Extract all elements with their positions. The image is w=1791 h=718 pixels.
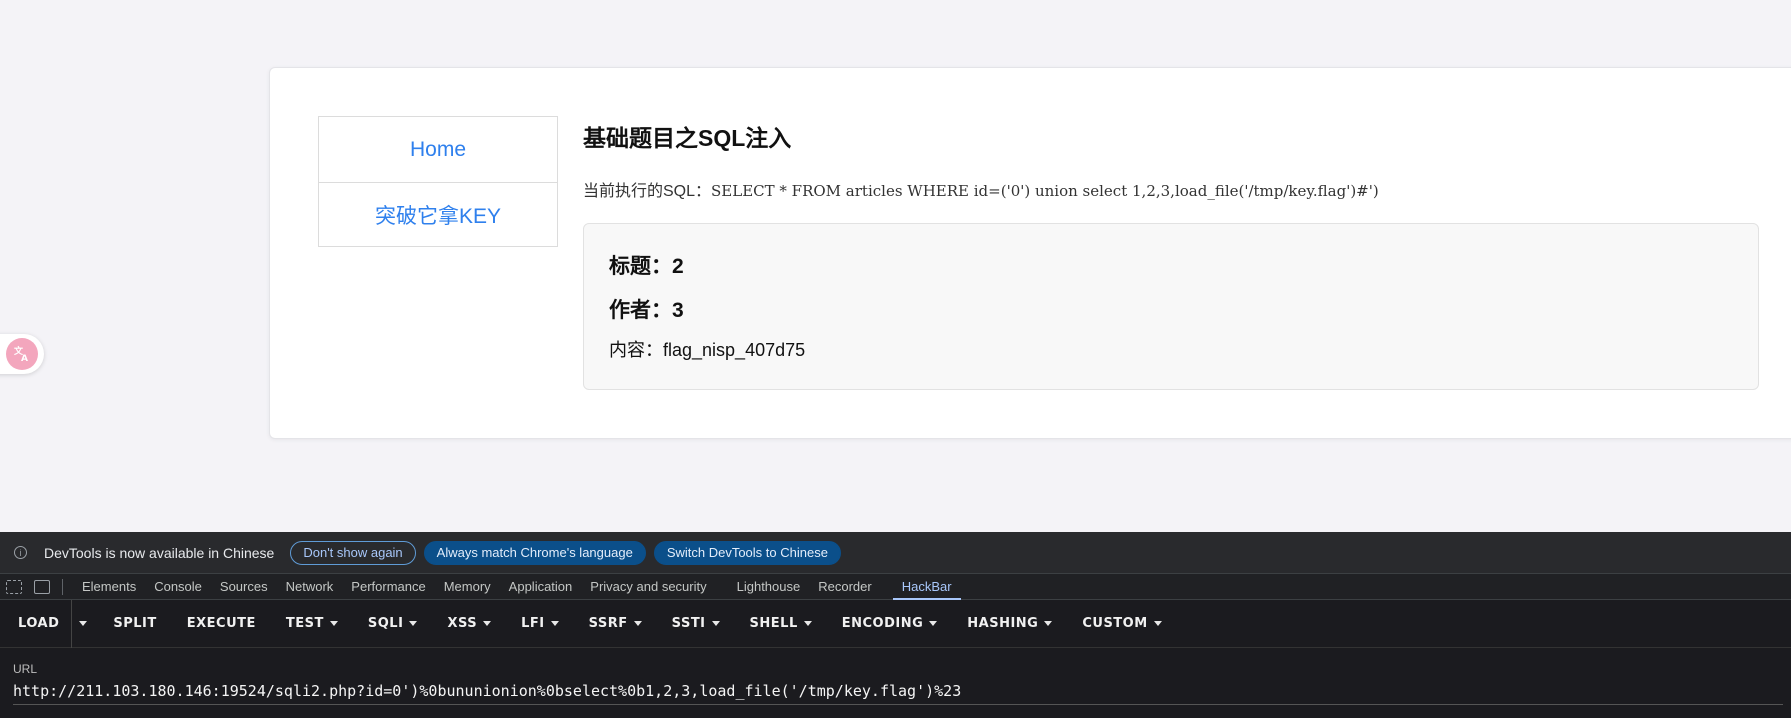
nav-menu: Home 突破它拿KEY — [318, 116, 558, 247]
chevron-down-icon — [329, 621, 338, 626]
shell-menu[interactable]: SHELL — [738, 600, 824, 648]
chevron-down-icon — [550, 621, 559, 626]
infobar-message: DevTools is now available in Chinese — [44, 544, 275, 561]
language-infobar: i DevTools is now available in Chinese D… — [0, 532, 1791, 574]
sqli-menu[interactable]: SQLI — [356, 600, 430, 648]
ssti-menu[interactable]: SSTI — [660, 600, 732, 648]
chevron-down-icon — [803, 621, 812, 626]
chevron-down-icon — [929, 621, 938, 626]
switch-to-chinese-button[interactable]: Switch DevTools to Chinese — [653, 540, 841, 565]
tab-hackbar[interactable]: HackBar — [893, 574, 961, 600]
tab-lighthouse[interactable]: Lighthouse — [728, 574, 810, 600]
result-box: 标题：2 作者：3 内容：flag_nisp_407d75 — [583, 223, 1759, 390]
chevron-down-icon — [78, 621, 87, 626]
chevron-down-icon — [1044, 621, 1053, 626]
sql-prefix: 当前执行的SQL： — [583, 183, 712, 200]
chevron-down-icon — [633, 621, 642, 626]
xss-menu[interactable]: XSS — [435, 600, 503, 648]
translate-icon: 文 A — [6, 338, 38, 370]
encoding-menu[interactable]: ENCODING — [830, 600, 950, 648]
url-input[interactable] — [13, 682, 1783, 705]
inspect-element-icon[interactable] — [6, 579, 22, 594]
result-title: 标题：2 — [609, 255, 684, 278]
tab-privacy-security[interactable]: Privacy and security — [581, 574, 715, 600]
nav-item-home[interactable]: Home — [319, 117, 557, 182]
sql-query: SELECT * FROM articles WHERE id=('0') un… — [711, 182, 1379, 200]
result-author: 作者：3 — [609, 299, 684, 322]
tab-sources[interactable]: Sources — [211, 574, 277, 600]
tab-separator — [62, 578, 63, 595]
page-title: 基础题目之SQL注入 — [583, 125, 792, 151]
nav-item-get-key[interactable]: 突破它拿KEY — [319, 182, 557, 247]
ssrf-menu[interactable]: SSRF — [577, 600, 654, 648]
always-match-language-button[interactable]: Always match Chrome's language — [423, 540, 646, 565]
device-toolbar-icon[interactable] — [34, 579, 50, 594]
execute-button[interactable]: EXECUTE — [175, 600, 268, 648]
split-button[interactable]: SPLIT — [101, 600, 168, 648]
result-content: 内容：flag_nisp_407d75 — [609, 340, 806, 360]
info-icon: i — [14, 546, 27, 559]
custom-menu[interactable]: CUSTOM — [1070, 600, 1173, 648]
tab-application[interactable]: Application — [500, 574, 582, 600]
tab-recorder[interactable]: Recorder — [809, 574, 880, 600]
lfi-menu[interactable]: LFI — [509, 600, 571, 648]
tab-memory[interactable]: Memory — [435, 574, 500, 600]
web-page: Home 突破它拿KEY 基础题目之SQL注入 当前执行的SQL：SELECT … — [0, 0, 1791, 532]
sql-display: 当前执行的SQL：SELECT * FROM articles WHERE id… — [583, 177, 1379, 201]
url-section: URL — [0, 648, 1791, 718]
tab-network[interactable]: Network — [277, 574, 343, 600]
hashing-menu[interactable]: HASHING — [955, 600, 1064, 648]
svg-text:A: A — [21, 354, 28, 364]
hackbar-toolbar: LOAD SPLIT EXECUTE TEST SQLI XSS LFI SSR… — [0, 599, 1791, 648]
content-card: Home 突破它拿KEY 基础题目之SQL注入 当前执行的SQL：SELECT … — [269, 67, 1791, 439]
chevron-down-icon — [1153, 621, 1162, 626]
tab-console[interactable]: Console — [145, 574, 211, 600]
tab-performance[interactable]: Performance — [342, 574, 434, 600]
chevron-down-icon — [483, 621, 492, 626]
tab-elements[interactable]: Elements — [73, 574, 145, 600]
chevron-down-icon — [409, 621, 418, 626]
translate-glyph: 文 A — [13, 345, 28, 364]
chevron-down-icon — [711, 621, 720, 626]
devtools-panel: i DevTools is now available in Chinese D… — [0, 532, 1791, 718]
load-dropdown-caret[interactable] — [71, 599, 93, 648]
test-menu[interactable]: TEST — [274, 600, 350, 648]
devtools-tabbar: Elements Console Sources Network Perform… — [0, 574, 1791, 600]
url-label: URL — [13, 662, 38, 676]
dont-show-again-button[interactable]: Don't show again — [290, 540, 416, 565]
translate-button[interactable]: 文 A — [0, 334, 44, 374]
load-button[interactable]: LOAD — [6, 600, 71, 648]
